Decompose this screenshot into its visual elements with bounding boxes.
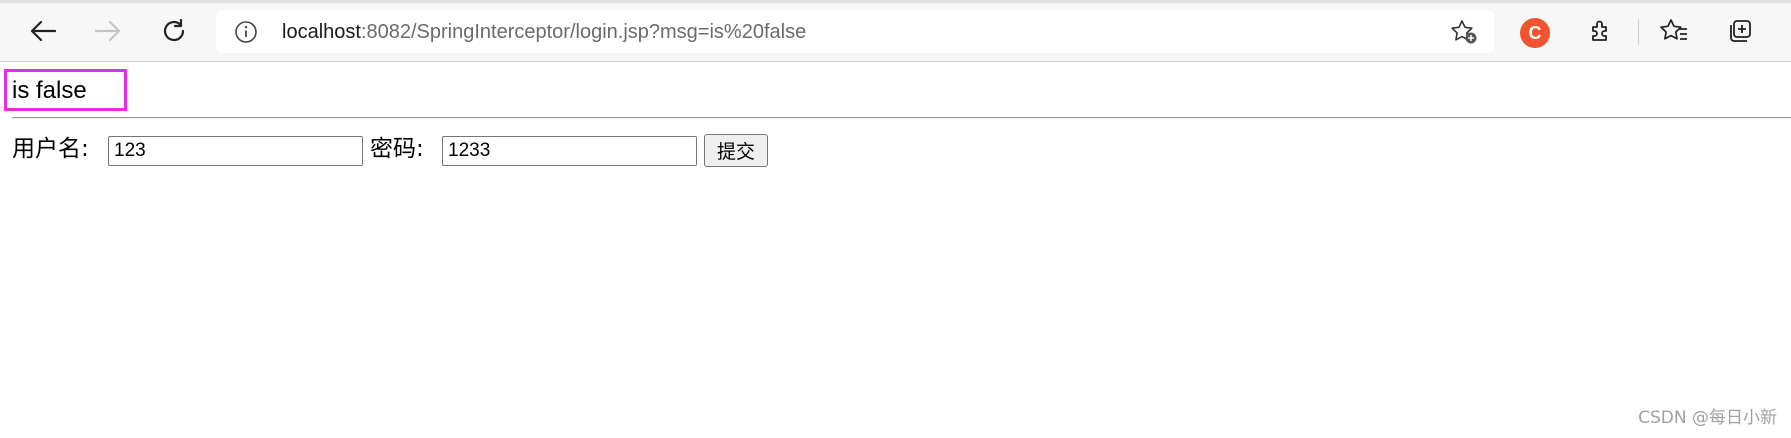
extension-badge-button[interactable]: C: [1520, 18, 1550, 48]
forward-icon: [95, 20, 121, 42]
url-host: localhost: [282, 21, 361, 43]
url-path: :8082/SpringInterceptor/login.jsp?msg=is…: [360, 21, 807, 43]
browser-toolbar: localhost:8082/SpringInterceptor/login.j…: [0, 0, 1791, 62]
extensions-button[interactable]: [1584, 14, 1618, 48]
username-input[interactable]: [108, 136, 363, 166]
password-label: 密码:: [370, 136, 424, 162]
address-bar[interactable]: localhost:8082/SpringInterceptor/login.j…: [216, 10, 1494, 53]
back-button[interactable]: [26, 14, 60, 48]
favorites-button[interactable]: [1657, 14, 1691, 48]
back-icon: [30, 20, 56, 42]
username-label: 用户名:: [12, 136, 89, 162]
tab-strip-edge: [0, 0, 1791, 3]
status-message: is false: [12, 77, 87, 104]
forward-button[interactable]: [91, 14, 125, 48]
page-content: is false 用户名: 密码: 提交 CSDN @每日小新: [0, 63, 1791, 438]
toolbar-separator: [1638, 19, 1639, 45]
submit-button[interactable]: 提交: [704, 134, 768, 167]
info-icon[interactable]: [234, 20, 258, 44]
extensions-icon: [1588, 18, 1614, 44]
favorites-icon: [1660, 18, 1688, 44]
add-favorite-icon[interactable]: [1450, 19, 1478, 45]
horizontal-rule: [12, 117, 1791, 119]
refresh-button[interactable]: [157, 14, 191, 48]
collections-button[interactable]: [1723, 14, 1757, 48]
refresh-icon: [161, 18, 187, 44]
watermark: CSDN @每日小新: [1638, 408, 1777, 428]
password-input[interactable]: [442, 136, 697, 166]
address-url[interactable]: localhost:8082/SpringInterceptor/login.j…: [282, 20, 806, 44]
collections-icon: [1727, 18, 1753, 44]
